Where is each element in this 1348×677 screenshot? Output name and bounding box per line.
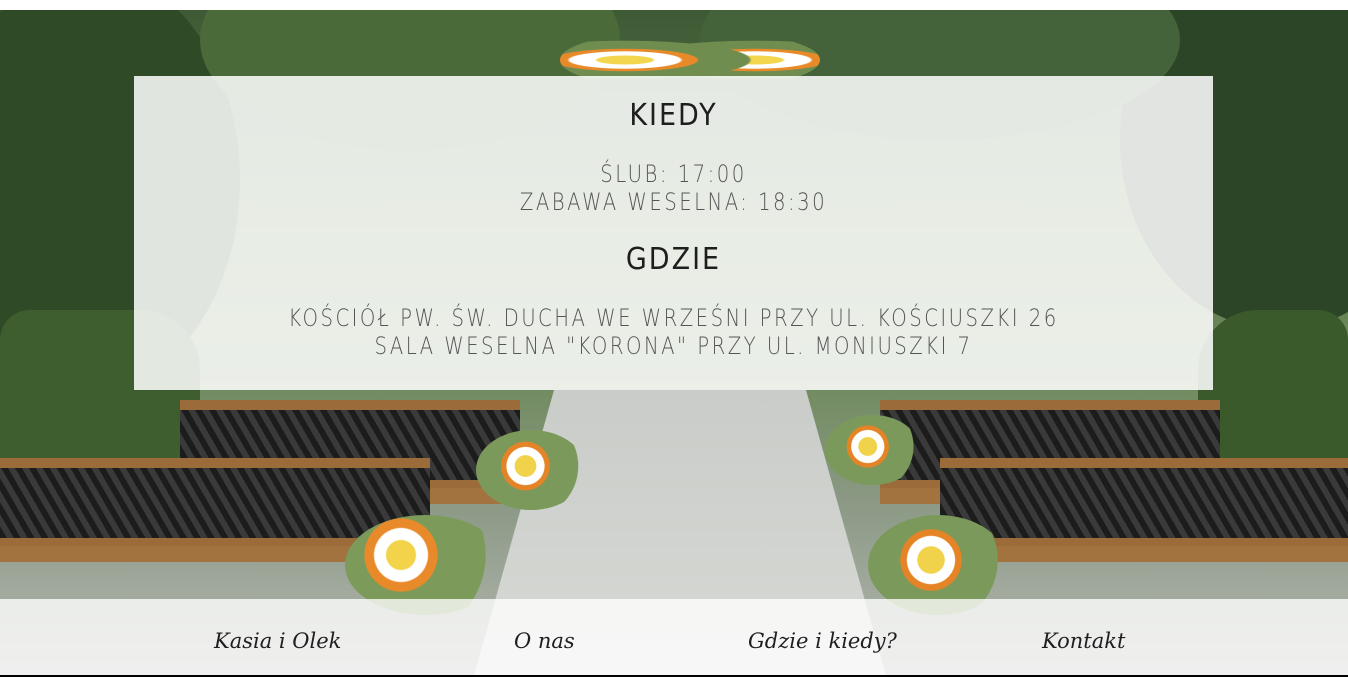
wedding-info-panel: KIEDY ŚLUB: 17:00 ZABAWA WESELNA: 18:30 … bbox=[134, 76, 1213, 390]
flower-bouquet bbox=[476, 430, 586, 510]
venue-list: KOŚCIÓŁ PW. ŚW. DUCHA WE WRZEŚNI PRZY UL… bbox=[134, 304, 1213, 360]
ceremony-times: ŚLUB: 17:00 ZABAWA WESELNA: 18:30 bbox=[134, 160, 1213, 216]
nav-about-link[interactable]: O nas bbox=[514, 629, 575, 653]
where-heading: GDZIE bbox=[625, 242, 722, 277]
nav-where-when-link[interactable]: Gdzie i kiedy? bbox=[748, 629, 897, 653]
church-address: KOŚCIÓŁ PW. ŚW. DUCHA WE WRZEŚNI PRZY UL… bbox=[288, 304, 1059, 332]
bottom-navbar: Kasia i Olek O nas Gdzie i kiedy? Kontak… bbox=[0, 599, 1348, 675]
nav-home-link[interactable]: Kasia i Olek bbox=[214, 629, 341, 653]
flower-bouquet bbox=[825, 415, 920, 485]
reception-time: ZABAWA WESELNA: 18:30 bbox=[519, 188, 828, 216]
reception-hall-address: SALA WESELNA "KORONA" PRZY UL. MONIUSZKI… bbox=[374, 332, 973, 360]
when-heading: KIEDY bbox=[629, 98, 718, 133]
nav-contact-link[interactable]: Kontakt bbox=[1042, 629, 1125, 653]
ceremony-time: ŚLUB: 17:00 bbox=[600, 160, 747, 188]
hedge-right bbox=[1198, 310, 1348, 460]
